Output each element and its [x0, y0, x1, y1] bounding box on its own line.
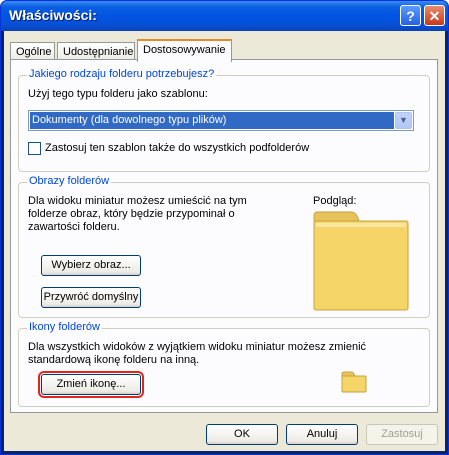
tab-general[interactable]: Ogólne	[10, 42, 55, 60]
folder-icons-description: Dla wszystkich widoków z wyjątkiem widok…	[28, 341, 367, 366]
tab-customize[interactable]: Dostosowywanie	[137, 39, 232, 62]
close-button[interactable]: ✕	[424, 5, 445, 26]
apply-button[interactable]: Zastosuj	[366, 424, 438, 445]
folder-preview-icon	[313, 211, 409, 311]
folder-type-group: Jakiego rodzaju folderu potrzebujesz? Uż…	[18, 68, 430, 172]
template-label: Użyj tego typu folderu jako szablonu:	[28, 88, 208, 100]
restore-default-button[interactable]: Przywróć domyślny	[41, 287, 141, 308]
choose-picture-button[interactable]: Wybierz obraz...	[41, 255, 141, 276]
folder-pictures-legend: Obrazy folderów	[27, 175, 112, 187]
template-selected-value: Dokumenty (dla dowolnego typu plików)	[30, 112, 394, 129]
title-bar[interactable]: Właściwości: ? ✕	[1, 1, 448, 31]
window-title: Właściwości:	[9, 7, 97, 23]
folder-type-legend: Jakiego rodzaju folderu potrzebujesz?	[27, 68, 217, 80]
folder-icons-legend: Ikony folderów	[27, 321, 102, 333]
customize-tab-pane: Jakiego rodzaju folderu potrzebujesz? Uż…	[10, 59, 438, 413]
template-dropdown[interactable]: Dokumenty (dla dowolnego typu plików) ▼	[28, 110, 414, 131]
preview-label: Podgląd:	[313, 195, 357, 207]
chevron-down-icon[interactable]: ▼	[395, 112, 412, 129]
cancel-button[interactable]: Anuluj	[286, 424, 358, 445]
tab-sharing[interactable]: Udostępnianie	[57, 42, 135, 60]
help-button[interactable]: ?	[400, 5, 421, 26]
apply-subfolders-checkbox[interactable]	[28, 142, 41, 155]
properties-window: Właściwości: ? ✕ Ogólne Udostępnianie Do…	[0, 0, 449, 455]
dialog-body: Ogólne Udostępnianie Dostosowywanie Jaki…	[4, 31, 445, 451]
change-icon-button[interactable]: Zmień ikonę...	[38, 371, 144, 398]
ok-button[interactable]: OK	[206, 424, 278, 445]
apply-subfolders-label[interactable]: Zastosuj ten szablon także do wszystkich…	[45, 142, 309, 154]
folder-icon	[341, 371, 367, 393]
folder-pictures-description: Dla widoku miniatur możesz umieścić na t…	[28, 195, 247, 233]
folder-pictures-group: Obrazy folderów Dla widoku miniatur może…	[18, 175, 430, 318]
folder-icons-group: Ikony folderów Dla wszystkich widoków z …	[18, 321, 430, 407]
